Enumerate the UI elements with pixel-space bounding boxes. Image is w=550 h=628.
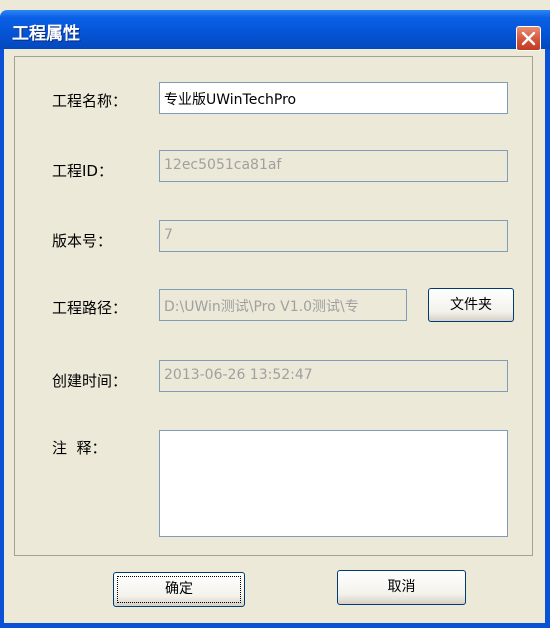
window-title: 工程属性 xyxy=(12,24,80,44)
project-name-input[interactable]: 专业版UWinTechPro xyxy=(159,82,508,114)
version-field: 7 xyxy=(159,220,508,252)
window-frame-right xyxy=(545,49,550,628)
project-path-field: D:\UWin测试\Pro V1.0测试\专 xyxy=(159,289,407,321)
folder-button[interactable]: 文件夹 xyxy=(428,288,514,322)
project-properties-dialog: 工程属性 工程名称： 专业版UWinTechPro 工程ID： 12ec5051… xyxy=(0,0,550,628)
window-frame-left xyxy=(0,49,4,628)
window-frame-bottom xyxy=(0,623,550,628)
close-icon xyxy=(521,31,536,46)
remarks-label: 注 释： xyxy=(52,439,107,457)
cancel-button[interactable]: 取消 xyxy=(337,570,466,605)
version-label: 版本号： xyxy=(52,232,113,250)
close-button[interactable] xyxy=(516,26,541,51)
created-time-field: 2013-06-26 13:52:47 xyxy=(159,360,508,392)
remarks-textarea[interactable] xyxy=(159,430,508,537)
project-path-label: 工程路径： xyxy=(52,299,128,317)
project-id-label: 工程ID： xyxy=(52,162,113,180)
created-time-label: 创建时间： xyxy=(52,372,128,390)
project-name-label: 工程名称： xyxy=(52,92,128,110)
ok-button[interactable]: 确定 xyxy=(113,572,245,607)
title-bar[interactable]: 工程属性 xyxy=(0,10,550,51)
project-id-field: 12ec5051ca81af xyxy=(159,150,508,182)
